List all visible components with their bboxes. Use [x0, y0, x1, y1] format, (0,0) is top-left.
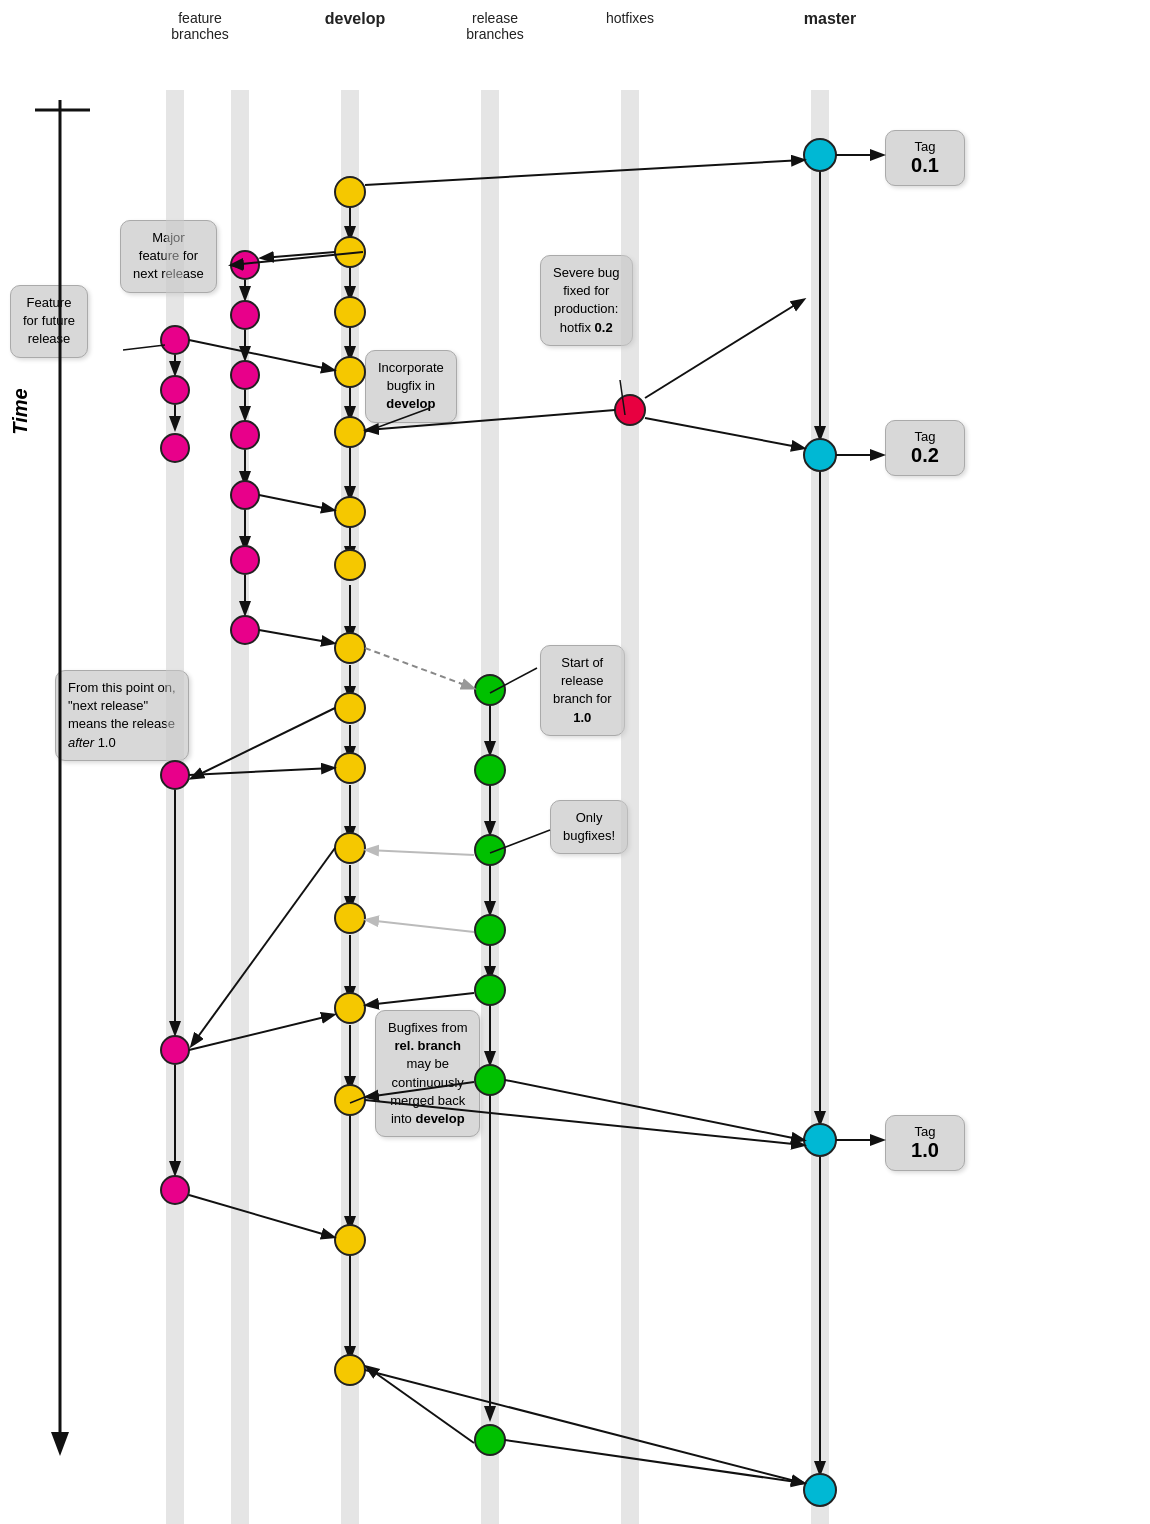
svg-point-25: [335, 297, 365, 327]
svg-point-43: [804, 439, 836, 471]
svg-point-29: [335, 550, 365, 580]
svg-point-54: [161, 376, 189, 404]
svg-line-101: [192, 708, 335, 778]
svg-line-91: [365, 1370, 803, 1483]
svg-line-92: [505, 1440, 803, 1483]
svg-line-110: [123, 345, 165, 350]
svg-point-32: [335, 753, 365, 783]
svg-line-102: [192, 848, 335, 1045]
svg-point-68: [231, 421, 259, 449]
svg-point-23: [335, 177, 365, 207]
svg-point-31: [335, 693, 365, 723]
svg-point-55: [161, 434, 189, 462]
svg-point-80: [475, 835, 505, 865]
svg-line-89: [365, 1100, 803, 1145]
svg-point-45: [804, 1474, 836, 1506]
svg-point-71: [231, 616, 259, 644]
svg-point-79: [475, 755, 505, 785]
svg-line-90: [505, 1080, 803, 1140]
svg-point-67: [231, 361, 259, 389]
svg-point-44: [804, 1124, 836, 1156]
svg-line-87: [645, 300, 803, 398]
svg-line-97: [259, 495, 333, 510]
svg-line-93: [189, 340, 333, 370]
svg-line-108: [367, 1367, 474, 1443]
svg-point-37: [335, 1225, 365, 1255]
svg-point-82: [475, 975, 505, 1005]
svg-line-106: [367, 993, 474, 1005]
svg-line-88: [645, 418, 803, 448]
svg-point-78: [475, 675, 505, 705]
svg-point-36: [335, 1085, 365, 1115]
svg-line-100: [189, 1195, 333, 1237]
svg-line-104: [367, 850, 474, 855]
svg-point-26: [335, 357, 365, 387]
svg-point-84: [475, 1425, 505, 1455]
svg-point-38: [335, 1355, 365, 1385]
svg-point-57: [161, 1036, 189, 1064]
svg-point-81: [475, 915, 505, 945]
svg-point-85: [615, 395, 645, 425]
svg-point-35: [335, 993, 365, 1023]
svg-point-69: [231, 481, 259, 509]
svg-point-42: [804, 139, 836, 171]
svg-point-27: [335, 417, 365, 447]
svg-point-30: [335, 633, 365, 663]
svg-point-33: [335, 833, 365, 863]
svg-point-28: [335, 497, 365, 527]
svg-line-105: [367, 920, 474, 932]
svg-point-56: [161, 761, 189, 789]
svg-line-107: [367, 1082, 474, 1097]
svg-point-58: [161, 1176, 189, 1204]
svg-point-83: [475, 1065, 505, 1095]
svg-line-86: [365, 160, 803, 185]
svg-point-66: [231, 301, 259, 329]
svg-point-53: [161, 326, 189, 354]
svg-point-34: [335, 903, 365, 933]
svg-line-96: [259, 630, 333, 643]
svg-line-103: [365, 648, 473, 688]
svg-point-70: [231, 546, 259, 574]
